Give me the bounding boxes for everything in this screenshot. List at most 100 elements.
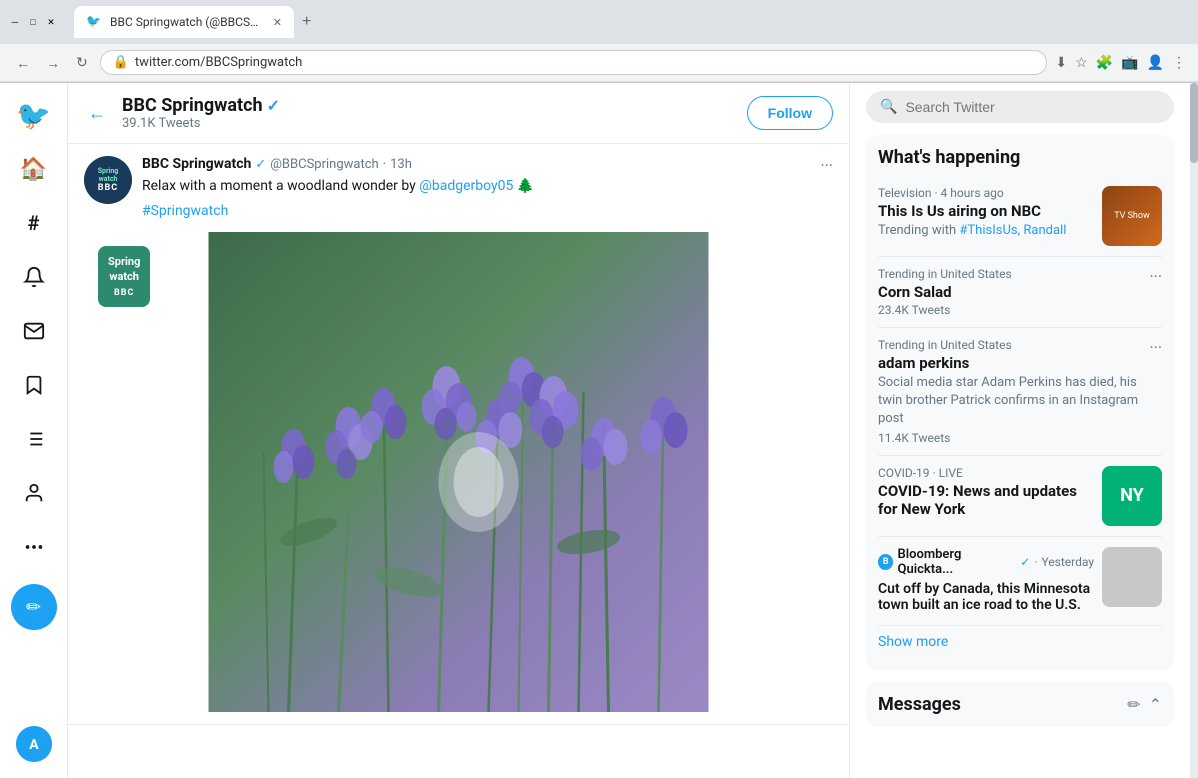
tweet-count-text: 39.1K Tweets [122, 116, 280, 131]
verified-badge-icon: ✓ [267, 96, 280, 115]
compose-icon: ✏ [26, 597, 41, 618]
sidebar-item-notifications[interactable] [9, 252, 59, 302]
url-text: twitter.com/BBCSpringwatch [135, 55, 1034, 70]
trending-topic-adam: adam perkins [878, 354, 1149, 372]
minimize-button[interactable]: ─ [8, 15, 22, 29]
tweet-avatar: Spring watch BBC [84, 156, 132, 204]
bloomberg-avatar-icon: B [878, 554, 893, 570]
tweet-author-name: BBC Springwatch [142, 156, 251, 172]
tweet-image[interactable]: Spring watch BBC [84, 232, 833, 712]
bloomberg-source-name: Bloomberg Quickta... [897, 547, 1016, 577]
profile-avatar-icon[interactable]: 👤 [1147, 55, 1164, 71]
trending-title: What's happening [878, 147, 1162, 168]
tweet-header: Spring watch BBC BBC Springwatch ✓ @BBCS… [84, 156, 833, 222]
sidebar-item-explore[interactable]: # [9, 198, 59, 248]
main-content-area: ← BBC Springwatch ✓ 39.1K Tweets Follow … [68, 83, 850, 778]
refresh-button[interactable]: ↻ [72, 50, 92, 75]
trending-item-adam[interactable]: Trending in United States adam perkins S… [878, 328, 1162, 456]
bloomberg-headline: Cut off by Canada, this Minnesota town b… [878, 581, 1094, 613]
lists-icon [23, 428, 45, 450]
trending-category-corn: Trending in United States [878, 267, 1012, 281]
trending-section: What's happening Television · 4 hours ag… [866, 135, 1174, 670]
search-input[interactable] [905, 99, 1160, 115]
search-box[interactable]: 🔍 [866, 91, 1174, 123]
trending-item-corn-content: Trending in United States Corn Salad 23.… [878, 267, 1012, 317]
tweet-time: 13h [390, 157, 412, 172]
compose-button[interactable]: ✏ [11, 584, 57, 630]
trending-item-bloomberg-content: B Bloomberg Quickta... ✓ · Yesterday Cut… [878, 547, 1094, 615]
tweet-hashtag-row: #Springwatch [142, 201, 810, 222]
back-button[interactable]: ← [84, 99, 110, 128]
follow-button[interactable]: Follow [747, 96, 833, 130]
hashtag-icon: # [28, 211, 40, 235]
scrollbar-thumb[interactable] [1190, 83, 1198, 163]
collapse-messages-button[interactable]: ⌃ [1149, 695, 1162, 714]
trending-item-adam-content: Trending in United States adam perkins S… [878, 338, 1149, 445]
profile-name-text: BBC Springwatch [122, 95, 263, 116]
trending-count-corn: 23.4K Tweets [878, 303, 1012, 317]
trending-item-corn[interactable]: Trending in United States Corn Salad 23.… [878, 257, 1162, 328]
sidebar-item-more[interactable] [9, 522, 59, 572]
trending-category-adam: Trending in United States [878, 338, 1149, 352]
forward-nav-button[interactable]: → [42, 51, 64, 75]
trending-item-covid[interactable]: COVID-19 · LIVE COVID-19: News and updat… [878, 456, 1162, 537]
trending-thumb-tv: TV Show [1102, 186, 1162, 246]
browser-tab[interactable]: 🐦 BBC Springwatch (@BBCSpr... ✕ [74, 6, 294, 38]
url-bar[interactable]: 🔒 twitter.com/BBCSpringwatch [100, 50, 1048, 75]
trending-thumb-tv-label: TV Show [1112, 209, 1152, 223]
compose-message-button[interactable]: ✏ [1127, 695, 1140, 714]
bookmark-star-icon[interactable]: ☆ [1075, 55, 1088, 71]
bbc-logo-circle: Spring watch BBC [84, 156, 132, 204]
tweet-hashtag-link[interactable]: #Springwatch [142, 203, 228, 219]
trending-item-bloomberg[interactable]: B Bloomberg Quickta... ✓ · Yesterday Cut… [878, 537, 1162, 626]
tweet-more-button[interactable]: ··· [820, 156, 833, 175]
maximize-button[interactable]: □ [26, 15, 40, 29]
bookmark-icon [23, 374, 45, 396]
bloomberg-separator: · [1034, 555, 1037, 569]
profile-info: BBC Springwatch ✓ 39.1K Tweets [122, 95, 280, 131]
back-nav-button[interactable]: ← [12, 51, 34, 75]
tweet-name-row: BBC Springwatch ✓ @BBCSpringwatch · 13h [142, 156, 810, 172]
sidebar-item-home[interactable]: 🏠 [9, 144, 59, 194]
address-bar: ← → ↻ 🔒 twitter.com/BBCSpringwatch ⬇ ☆ 🧩… [0, 44, 1198, 82]
trending-item-tv[interactable]: Television · 4 hours ago This Is Us airi… [878, 176, 1162, 257]
download-icon[interactable]: ⬇ [1055, 55, 1067, 71]
springwatch-logo-line1: Spring [108, 254, 140, 269]
tweet-count: 39.1K [122, 116, 156, 131]
scrollbar-track[interactable] [1190, 83, 1198, 778]
trending-link-tv[interactable]: #ThisIsUs, Randall [959, 223, 1066, 238]
trending-more-adam[interactable]: ··· [1149, 338, 1162, 357]
sidebar-avatar[interactable]: A [16, 726, 52, 762]
mail-icon [23, 320, 45, 342]
menu-icon[interactable]: ⋮ [1172, 55, 1186, 71]
tweet-image-svg [84, 232, 833, 712]
trending-topic-tv: This Is Us airing on NBC [878, 202, 1094, 220]
close-button[interactable]: ✕ [44, 15, 58, 29]
sidebar-item-lists[interactable] [9, 414, 59, 464]
title-bar: ─ □ ✕ 🐦 BBC Springwatch (@BBCSpr... ✕ + [0, 0, 1198, 44]
trending-topic-corn: Corn Salad [878, 283, 1012, 301]
tweet-mention-link[interactable]: @badgerboy05 [419, 178, 513, 194]
new-tab-button[interactable]: + [294, 9, 319, 35]
bbc-text: BBC [98, 183, 118, 193]
sidebar-item-bookmarks[interactable] [9, 360, 59, 410]
bloomberg-source-row: B Bloomberg Quickta... ✓ · Yesterday [878, 547, 1094, 577]
trending-item-adam-row: Trending in United States adam perkins S… [878, 338, 1162, 445]
twitter-app: 🐦 🏠 # ✏ A [0, 83, 1198, 778]
browser-chrome: ─ □ ✕ 🐦 BBC Springwatch (@BBCSpr... ✕ + … [0, 0, 1198, 83]
sidebar-item-messages[interactable] [9, 306, 59, 356]
extensions-icon[interactable]: 🧩 [1096, 55, 1113, 71]
trending-item-tv-content: Television · 4 hours ago This Is Us airi… [878, 186, 1094, 240]
trending-item-corn-row: Trending in United States Corn Salad 23.… [878, 267, 1162, 317]
profile-header: ← BBC Springwatch ✓ 39.1K Tweets Follow [68, 83, 849, 144]
twitter-logo[interactable]: 🐦 [8, 91, 59, 140]
cast-icon[interactable]: 📺 [1121, 55, 1138, 71]
show-more-button[interactable]: Show more [878, 626, 1162, 658]
sidebar-item-profile[interactable] [9, 468, 59, 518]
trending-thumb-bloomberg [1102, 547, 1162, 607]
address-icons: ⬇ ☆ 🧩 📺 👤 ⋮ [1055, 55, 1186, 71]
trending-subtitle-tv: Trending with #ThisIsUs, Randall [878, 222, 1094, 240]
tab-close-button[interactable]: ✕ [273, 16, 282, 29]
trending-more-corn[interactable]: ··· [1149, 267, 1162, 286]
right-sidebar: 🔍 What's happening Television · 4 hours … [850, 83, 1190, 778]
